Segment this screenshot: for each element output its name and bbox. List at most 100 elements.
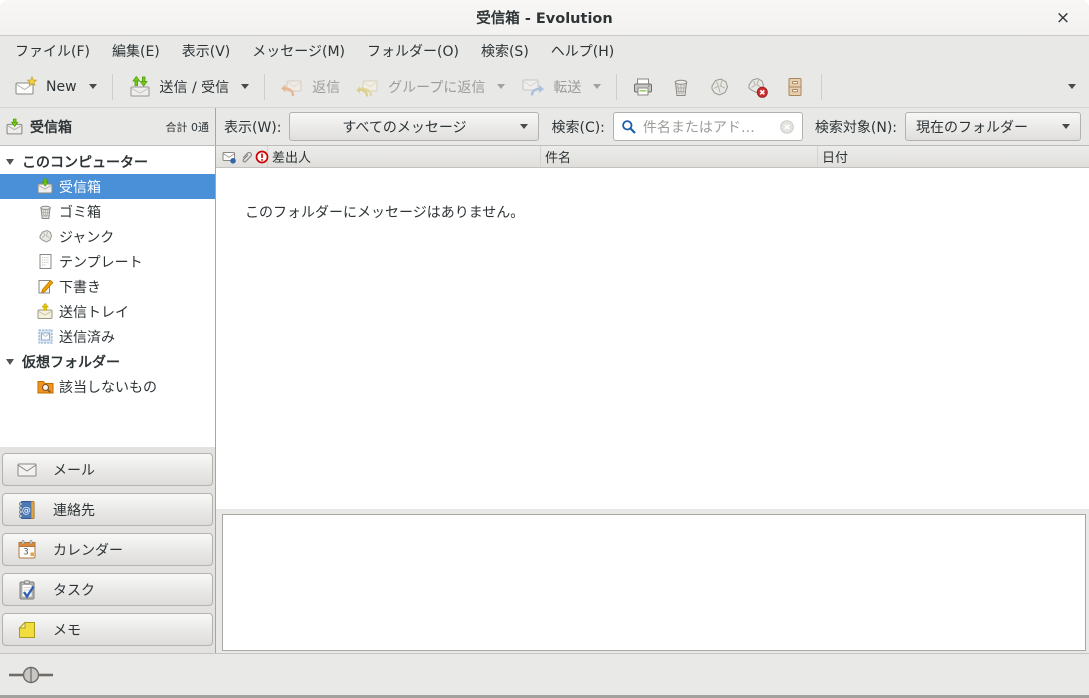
folder-label: 送信トレイ <box>59 302 129 322</box>
delete-button[interactable] <box>662 70 700 104</box>
sidebar-item-trash[interactable]: ゴミ箱 <box>0 199 215 224</box>
reply-group-icon <box>356 75 380 99</box>
reply-button[interactable]: 返信 <box>272 70 348 104</box>
send-receive-button[interactable]: 送信 / 受信 <box>120 70 258 104</box>
trash-icon <box>669 75 693 99</box>
switcher-label: メール <box>53 460 95 480</box>
forward-button[interactable]: 転送 <box>513 70 609 104</box>
read-status-column-icon <box>222 150 237 164</box>
current-folder-name: 受信箱 <box>30 117 72 137</box>
printer-icon <box>631 75 655 99</box>
junk-button[interactable] <box>700 70 738 104</box>
statusbar <box>0 653 1089 698</box>
evolution-window: 受信箱 - Evolution × ファイル(F) 編集(E) 表示(V) メッ… <box>0 0 1089 698</box>
reply-group-dropdown-arrow-icon[interactable] <box>497 84 505 89</box>
forward-dropdown-arrow-icon[interactable] <box>593 84 601 89</box>
window-title: 受信箱 - Evolution <box>476 7 612 28</box>
folder-label: ゴミ箱 <box>59 202 101 222</box>
menu-view[interactable]: 表示(V) <box>171 37 242 65</box>
forward-icon <box>521 75 545 99</box>
column-label: 日付 <box>822 147 848 166</box>
search-input[interactable]: 件名またはアド… <box>613 112 803 141</box>
empty-folder-message: このフォルダーにメッセージはありません。 <box>245 205 524 221</box>
message-total-count: 合計 0通 <box>166 119 210 135</box>
column-header-date[interactable]: 日付 <box>818 146 1089 167</box>
svg-text:3: 3 <box>23 547 28 557</box>
switcher-tasks-button[interactable]: タスク <box>2 573 213 606</box>
sidebar-item-outbox[interactable]: 送信トレイ <box>0 299 215 324</box>
not-junk-icon <box>745 75 769 99</box>
new-dropdown-arrow-icon[interactable] <box>89 84 97 89</box>
switcher-label: タスク <box>53 580 95 600</box>
switcher-label: カレンダー <box>53 540 123 560</box>
new-button-label: New <box>46 79 77 95</box>
expander-icon[interactable] <box>6 159 14 165</box>
sidebar-item-unmatched[interactable]: 該当しないもの <box>0 374 215 399</box>
send-receive-label: 送信 / 受信 <box>160 77 230 97</box>
switcher-calendar-button[interactable]: 3 カレンダー <box>2 533 213 566</box>
menu-file[interactable]: ファイル(F) <box>4 37 101 65</box>
print-button[interactable] <box>624 70 662 104</box>
outbox-icon <box>37 303 54 320</box>
forward-label: 転送 <box>553 77 581 97</box>
close-icon[interactable]: × <box>1051 6 1075 30</box>
column-header-subject[interactable]: 件名 <box>541 146 818 167</box>
memo-icon <box>16 619 38 641</box>
group-label: 仮想フォルダー <box>22 352 120 372</box>
search-scope-dropdown[interactable]: 現在のフォルダー <box>905 112 1081 141</box>
clear-search-icon[interactable] <box>779 119 795 135</box>
online-status-icon[interactable] <box>8 666 54 684</box>
sidebar-item-inbox[interactable]: 受信箱 <box>0 174 215 199</box>
switcher-mail-button[interactable]: メール <box>2 453 213 486</box>
sidebar-item-sent[interactable]: 送信済み <box>0 324 215 349</box>
menu-message[interactable]: メッセージ(M) <box>241 37 356 65</box>
folder-label: 送信済み <box>59 327 115 347</box>
menu-folder[interactable]: フォルダー(O) <box>356 37 470 65</box>
reply-icon <box>280 75 304 99</box>
status-columns[interactable] <box>216 146 268 167</box>
reply-group-button[interactable]: グループに返信 <box>348 70 513 104</box>
trash-icon <box>37 203 54 220</box>
send-receive-icon <box>128 75 152 99</box>
show-filter-arrow-icon <box>520 124 528 129</box>
column-label: 件名 <box>545 147 571 166</box>
menu-edit[interactable]: 編集(E) <box>101 37 171 65</box>
new-button[interactable]: New <box>6 70 105 104</box>
switcher-label: 連絡先 <box>53 500 95 520</box>
switcher-memos-button[interactable]: メモ <box>2 613 213 646</box>
toolbar: New 送信 / 受信 <box>0 66 1089 108</box>
expander-icon[interactable] <box>6 359 14 365</box>
inbox-icon <box>37 178 54 195</box>
message-list[interactable]: このフォルダーにメッセージはありません。 <box>216 168 1089 509</box>
message-area: 差出人 件名 日付 このフォルダーにメッセージはありません。 <box>216 146 1089 653</box>
document-icon <box>37 253 54 270</box>
column-header-from[interactable]: 差出人 <box>268 146 541 167</box>
toolbar-overflow-button[interactable] <box>1057 79 1083 94</box>
not-junk-button[interactable] <box>738 70 776 104</box>
show-filter-dropdown[interactable]: すべてのメッセージ <box>289 112 539 141</box>
toolbar-separator <box>821 74 822 100</box>
sidebar-group-this-computer[interactable]: このコンピューター <box>0 149 215 174</box>
menu-search[interactable]: 検索(S) <box>470 37 540 65</box>
preview-pane[interactable] <box>222 514 1086 651</box>
sidebar-item-templates[interactable]: テンプレート <box>0 249 215 274</box>
sidebar: このコンピューター 受信箱 <box>0 146 216 653</box>
sidebar-group-search-folders[interactable]: 仮想フォルダー <box>0 349 215 374</box>
overflow-arrow-icon <box>1068 84 1076 89</box>
sidebar-item-junk[interactable]: ジャンク <box>0 224 215 249</box>
archive-icon <box>783 75 807 99</box>
sent-stamp-icon <box>37 328 54 345</box>
switcher-contacts-button[interactable]: @ 連絡先 <box>2 493 213 526</box>
switcher-label: メモ <box>53 620 81 640</box>
sidebar-item-drafts[interactable]: 下書き <box>0 274 215 299</box>
toolbar-separator <box>112 74 113 100</box>
send-receive-dropdown-arrow-icon[interactable] <box>241 84 249 89</box>
mail-icon <box>16 459 38 481</box>
archive-button[interactable] <box>776 70 814 104</box>
folder-label: 下書き <box>59 277 101 297</box>
toolbar-separator <box>616 74 617 100</box>
component-switcher: メール @ 連絡先 <box>0 447 215 653</box>
junk-icon <box>707 75 731 99</box>
search-folder-icon <box>37 378 54 395</box>
menu-help[interactable]: ヘルプ(H) <box>540 37 625 65</box>
